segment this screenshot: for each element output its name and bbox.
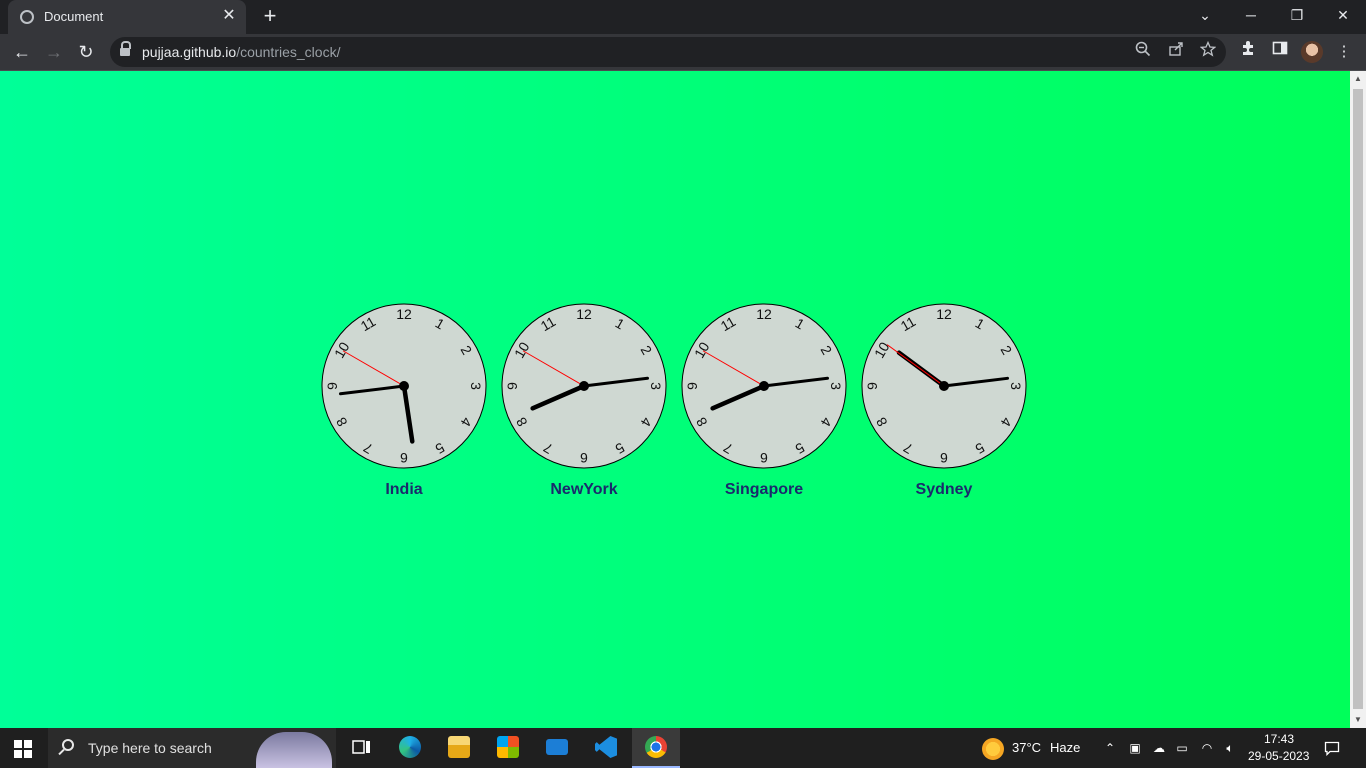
store-app-icon[interactable] [484, 728, 532, 768]
wifi-icon[interactable]: ◠ [1199, 740, 1215, 756]
scroll-up-icon[interactable]: ▲ [1354, 75, 1362, 83]
page-content: 1 2 3 4 5 6 7 8 9 10 11 12 India 1 2 3 4 5 6 7 8 9 10 11 12 NewYo… [0, 71, 1350, 728]
url-domain: pujjaa.github.io [142, 44, 237, 60]
clock-center-dot [579, 381, 589, 391]
clock-numeral-3: 3 [648, 382, 664, 390]
browser-tab[interactable]: Document ✕ [8, 0, 246, 34]
clock-singapore: 1 2 3 4 5 6 7 8 9 10 11 12 Singapore [680, 302, 848, 498]
scroll-thumb[interactable] [1353, 89, 1363, 709]
clock-face: 1234567891011 12 [321, 303, 487, 469]
search-placeholder: Type here to search [88, 740, 212, 756]
clock-face: 1234567891011 12 [501, 303, 667, 469]
scroll-down-icon[interactable]: ▼ [1354, 716, 1362, 724]
battery-icon[interactable]: ▭ [1174, 740, 1190, 756]
browser-toolbar: ← → ↻ pujjaa.github.io/countries_clock/ … [0, 34, 1366, 71]
page-scrollbar[interactable]: ▲ ▼ [1350, 71, 1366, 728]
edge-icon [399, 736, 421, 758]
profile-avatar[interactable] [1301, 41, 1323, 63]
weather-description[interactable]: Haze [1050, 740, 1080, 755]
notification-icon[interactable] [1324, 740, 1340, 757]
clock-numeral-12: 12 [396, 306, 412, 322]
clock-numeral-6: 6 [580, 450, 588, 466]
clock-numeral-3: 3 [468, 382, 484, 390]
clock-face: 1234567891011 12 [681, 303, 847, 469]
clock-numeral-12: 12 [576, 306, 592, 322]
windows-taskbar: Type here to search 37°C Haze ⌃ ▣ ☁ ▭ ◠ … [0, 728, 1366, 768]
clock-numeral-12: 12 [756, 306, 772, 322]
meet-now-icon[interactable]: ▣ [1127, 740, 1143, 756]
share-icon[interactable] [1165, 41, 1187, 63]
clock-india: 1 2 3 4 5 6 7 8 9 10 11 12 India [320, 302, 488, 498]
clock-center-dot [759, 381, 769, 391]
tab-close-icon[interactable]: ✕ [220, 7, 238, 25]
url-path: /countries_clock/ [236, 44, 341, 60]
taskbar-search-box[interactable]: Type here to search [48, 728, 336, 768]
address-bar[interactable]: pujjaa.github.io/countries_clock/ [110, 37, 1226, 67]
tab-search-icon[interactable]: ⌄ [1182, 0, 1228, 30]
mail-app-icon[interactable] [533, 728, 581, 768]
weather-haze-icon[interactable] [982, 738, 1004, 760]
lock-icon[interactable] [120, 41, 131, 57]
windows-start-icon[interactable] [14, 740, 32, 758]
menu-icon[interactable]: ⋮ [1332, 40, 1356, 64]
clock-label: Singapore [724, 481, 804, 498]
clock-time[interactable]: 17:43 [1264, 732, 1294, 746]
minimize-button[interactable]: ─ [1228, 0, 1274, 30]
clock-numeral-3: 3 [1008, 382, 1024, 390]
clock-numeral-9: 9 [504, 382, 520, 390]
clock-label: NewYork [550, 481, 618, 498]
restore-button[interactable]: ❐ [1274, 0, 1320, 30]
clock-sydney: 1 2 3 4 5 6 7 8 9 10 11 12 Sydney [860, 302, 1028, 498]
globe-icon [20, 10, 34, 24]
clock-numeral-9: 9 [324, 382, 340, 390]
new-tab-button[interactable]: + [258, 4, 282, 28]
clock-center-dot [399, 381, 409, 391]
clock-numeral-12: 12 [936, 306, 952, 322]
zoom-icon[interactable] [1132, 41, 1154, 63]
clock-date[interactable]: 29-05-2023 [1248, 749, 1309, 763]
chrome-icon [645, 736, 667, 758]
side-panel-icon[interactable] [1268, 40, 1292, 64]
bookmark-star-icon[interactable] [1197, 40, 1219, 63]
clock-numeral-6: 6 [400, 450, 408, 466]
back-button[interactable]: ← [8, 38, 36, 66]
chevron-up-icon[interactable]: ⌃ [1102, 740, 1118, 756]
onedrive-cloud-icon[interactable]: ☁ [1151, 740, 1167, 756]
clock-numeral-9: 9 [864, 382, 880, 390]
file-explorer-app-icon[interactable] [435, 728, 483, 768]
task-view-button[interactable] [338, 728, 386, 768]
tab-title: Document [44, 9, 104, 24]
clock-numeral-6: 6 [940, 450, 948, 466]
store-icon [497, 736, 519, 758]
volume-icon[interactable]: 🔈︎ [1222, 740, 1238, 756]
vscode-icon [595, 736, 617, 758]
extensions-icon[interactable] [1236, 40, 1260, 64]
search-highlight-image [256, 732, 332, 768]
clock-newyork: 1 2 3 4 5 6 7 8 9 10 11 12 NewYork [500, 302, 668, 498]
browser-titlebar: Document ✕ + ⌄ ─ ❐ ✕ [0, 0, 1366, 34]
edge-app-icon[interactable] [386, 728, 434, 768]
clock-label: Sydney [915, 481, 973, 498]
clock-numeral-6: 6 [760, 450, 768, 466]
chrome-app-icon[interactable] [632, 728, 680, 768]
url-text[interactable]: pujjaa.github.io/countries_clock/ [142, 44, 340, 60]
clock-label: India [385, 481, 423, 498]
vscode-app-icon[interactable] [582, 728, 630, 768]
forward-button[interactable]: → [40, 38, 68, 66]
mail-icon [546, 739, 568, 755]
search-icon [62, 739, 74, 751]
weather-temperature[interactable]: 37°C [1012, 740, 1041, 755]
clock-numeral-3: 3 [828, 382, 844, 390]
clock-face: 1234567891011 12 [861, 303, 1027, 469]
reload-button[interactable]: ↻ [72, 38, 100, 66]
clock-center-dot [939, 381, 949, 391]
close-window-button[interactable]: ✕ [1320, 0, 1366, 30]
clock-numeral-9: 9 [684, 382, 700, 390]
folder-icon [448, 736, 470, 758]
